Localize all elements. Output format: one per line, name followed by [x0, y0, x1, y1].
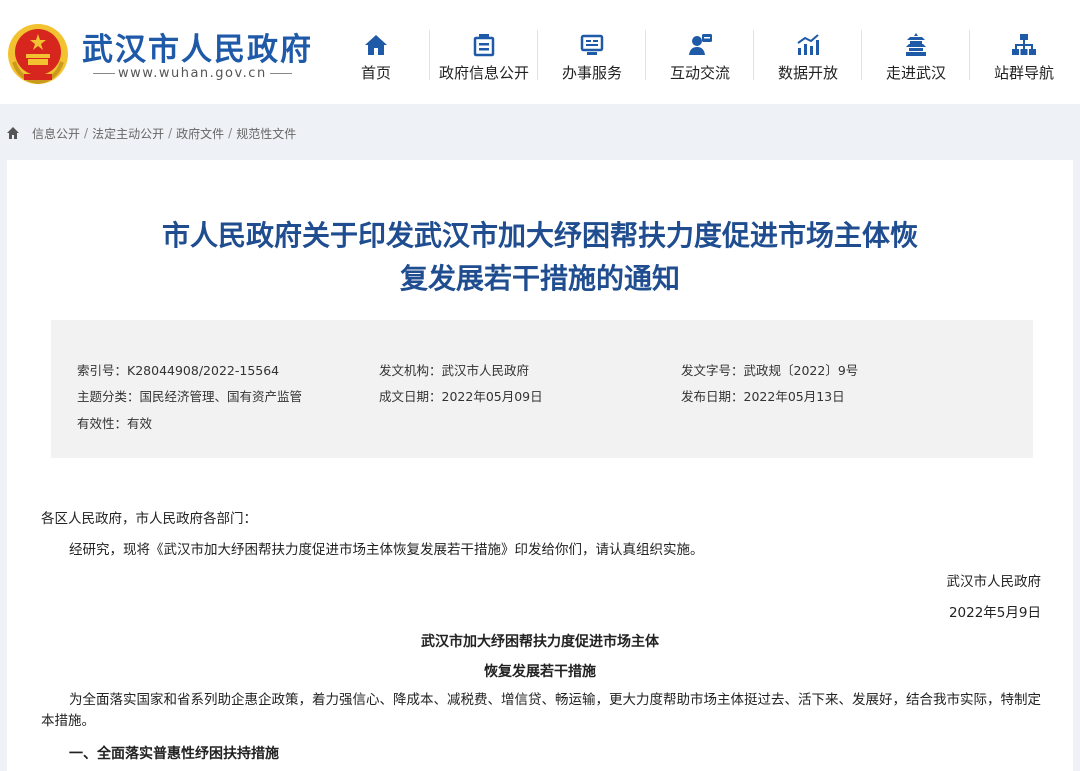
sitemap-icon — [1012, 34, 1036, 55]
data-chart-icon — [797, 34, 819, 55]
site-header: 武汉市人民政府 www.wuhan.gov.cn 首页 政府信息公开 办事服务 … — [0, 0, 1080, 104]
meta-value: 有效 — [127, 416, 153, 431]
nav-item-home[interactable]: 首页 — [322, 28, 430, 86]
nav-item-sitemap[interactable]: 站群导航 — [970, 28, 1078, 86]
breadcrumb-separator: / — [228, 126, 233, 140]
intro-paragraph: 经研究，现将《武汉市加大纾困帮扶力度促进市场主体恢复发展若干措施》印发给你们，请… — [69, 542, 704, 558]
meta-label: 主题分类： — [77, 389, 140, 404]
meta-label: 发文字号： — [681, 363, 744, 378]
meta-label: 发布日期： — [681, 389, 744, 404]
home-icon — [365, 35, 387, 55]
meta-value: 武汉市人民政府 — [441, 363, 530, 378]
meta-label: 有效性： — [77, 416, 128, 431]
meta-value: 武政规〔2022〕9号 — [743, 363, 859, 378]
salutation: 各区人民政府，市人民政府各部门： — [41, 511, 257, 527]
document-title-line-1: 市人民政府关于印发武汉市加大纾困帮扶力度促进市场主体恢 — [161, 219, 918, 252]
breadcrumb-separator: / — [84, 126, 89, 140]
landmark-icon — [906, 33, 926, 56]
main-nav: 首页 政府信息公开 办事服务 互动交流 数据开放 走进武汉 站群导航 — [322, 28, 1080, 86]
info-open-icon — [473, 34, 495, 57]
signer: 武汉市人民政府 — [946, 574, 1042, 590]
nav-label: 站群导航 — [993, 64, 1054, 82]
nav-label: 数据开放 — [777, 64, 838, 82]
meta-value: 2022年05月09日 — [441, 389, 543, 404]
document-title-line-2: 复发展若干措施的通知 — [399, 262, 680, 295]
nav-label: 互动交流 — [669, 64, 730, 82]
meta-created-date: 成文日期：2022年05月09日 — [379, 386, 543, 405]
nav-label: 政府信息公开 — [438, 64, 529, 82]
meta-published-date: 发布日期：2022年05月13日 — [681, 386, 845, 405]
document-title: 市人民政府关于印发武汉市加大纾困帮扶力度促进市场主体恢 复发展若干措施的通知 — [7, 214, 1073, 300]
breadcrumb-home-icon[interactable] — [6, 126, 20, 140]
nav-item-visit-wuhan[interactable]: 走进武汉 — [862, 28, 970, 86]
meta-doc-no: 发文字号：武政规〔2022〕9号 — [681, 360, 858, 379]
document-meta-table: 索引号：K28044908/2022-15564 发文机构：武汉市人民政府 发文… — [51, 320, 1033, 458]
nav-item-interaction[interactable]: 互动交流 — [646, 28, 754, 86]
nav-label: 走进武汉 — [885, 64, 946, 82]
interaction-icon — [689, 34, 712, 55]
section-heading-1: 一、全面落实普惠性纾困扶持措施 — [69, 746, 279, 762]
sub-title-line-2: 恢复发展若干措施 — [484, 664, 596, 680]
nav-label: 办事服务 — [561, 64, 622, 82]
breadcrumb-link-statutory[interactable]: 法定主动公开 — [92, 125, 164, 142]
national-emblem-icon[interactable] — [6, 22, 70, 86]
meta-label: 成文日期： — [379, 389, 442, 404]
breadcrumb-link-normative-docs[interactable]: 规范性文件 — [236, 125, 296, 142]
nav-item-data-open[interactable]: 数据开放 — [754, 28, 862, 86]
meta-value: 2022年05月13日 — [743, 389, 845, 404]
url-dash-right — [269, 73, 292, 74]
sub-title-line-1: 武汉市加大纾困帮扶力度促进市场主体 — [421, 634, 659, 650]
site-url-text: www.wuhan.gov.cn — [118, 66, 267, 81]
nav-label: 首页 — [360, 64, 391, 82]
breadcrumb-separator: / — [168, 126, 173, 140]
nav-item-service[interactable]: 办事服务 — [538, 28, 646, 86]
nav-item-info-open[interactable]: 政府信息公开 — [430, 28, 538, 86]
meta-label: 索引号： — [77, 363, 128, 378]
service-icon — [580, 34, 604, 55]
site-title[interactable]: 武汉市人民政府 — [82, 24, 313, 69]
meta-label: 发文机构： — [379, 363, 442, 378]
breadcrumb-link-info-open[interactable]: 信息公开 — [32, 125, 80, 142]
meta-value: 国民经济管理、国有资产监管 — [139, 389, 303, 404]
breadcrumb-link-gov-docs[interactable]: 政府文件 — [176, 125, 224, 142]
breadcrumb: 信息公开 / 法定主动公开 / 政府文件 / 规范性文件 — [6, 124, 296, 142]
meta-value: K28044908/2022-15564 — [127, 363, 280, 378]
meta-index-no: 索引号：K28044908/2022-15564 — [77, 360, 279, 379]
url-dash-left — [93, 73, 115, 74]
document-panel: 市人民政府关于印发武汉市加大纾困帮扶力度促进市场主体恢 复发展若干措施的通知 索… — [7, 160, 1073, 771]
signing-date: 2022年5月9日 — [948, 605, 1041, 621]
meta-validity: 有效性：有效 — [77, 413, 152, 432]
meta-issuer: 发文机构：武汉市人民政府 — [379, 360, 529, 379]
meta-topic: 主题分类：国民经济管理、国有资产监管 — [77, 386, 302, 405]
body-paragraph-1: 为全面落实国家和省系列助企惠企政策，着力强信心、降成本、减税费、增信贷、畅运输，… — [41, 692, 1041, 729]
site-url: www.wuhan.gov.cn — [90, 66, 295, 81]
